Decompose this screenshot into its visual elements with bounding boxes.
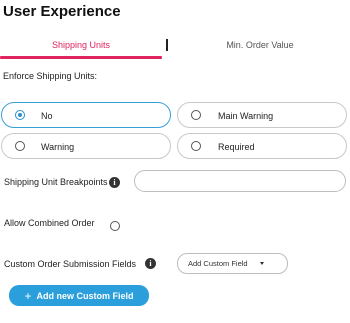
shipping-unit-breakpoints-label: Shipping Unit Breakpoints bbox=[4, 177, 108, 187]
dropdown-selected-value: Add Custom Field bbox=[188, 259, 248, 268]
radio-label-required: Required bbox=[218, 142, 255, 152]
radio-option-no[interactable] bbox=[1, 102, 171, 128]
page-title: User Experience bbox=[3, 3, 121, 20]
info-icon[interactable]: i bbox=[109, 177, 120, 188]
info-icon[interactable]: i bbox=[145, 258, 156, 269]
custom-order-submission-fields-label: Custom Order Submission Fields bbox=[4, 259, 137, 269]
radio-button[interactable] bbox=[191, 141, 201, 151]
tab-divider bbox=[166, 39, 168, 51]
chevron-down-icon bbox=[260, 262, 264, 265]
radio-label-no: No bbox=[41, 111, 53, 121]
add-button-label: Add new Custom Field bbox=[36, 290, 134, 301]
allow-combined-order-label: Allow Combined Order bbox=[4, 218, 95, 228]
plus-icon: + bbox=[24, 288, 32, 303]
radio-label-main-warning: Main Warning bbox=[218, 111, 274, 121]
radio-label-warning: Warning bbox=[41, 142, 75, 152]
shipping-unit-breakpoints-input[interactable] bbox=[134, 170, 346, 192]
allow-combined-order-radio[interactable] bbox=[110, 221, 120, 231]
tab-min-order-value[interactable]: Min. Order Value bbox=[170, 40, 350, 50]
active-tab-indicator bbox=[0, 56, 162, 59]
radio-button-checked[interactable] bbox=[15, 110, 25, 120]
add-new-custom-field-button[interactable]: + Add new Custom Field bbox=[9, 285, 149, 306]
radio-button[interactable] bbox=[15, 141, 25, 151]
radio-button[interactable] bbox=[191, 110, 201, 120]
tab-shipping-units[interactable]: Shipping Units bbox=[0, 40, 162, 50]
enforce-shipping-units-label: Enforce Shipping Units: bbox=[3, 71, 98, 81]
radio-option-required[interactable] bbox=[177, 133, 347, 159]
radio-option-warning[interactable] bbox=[1, 133, 171, 159]
